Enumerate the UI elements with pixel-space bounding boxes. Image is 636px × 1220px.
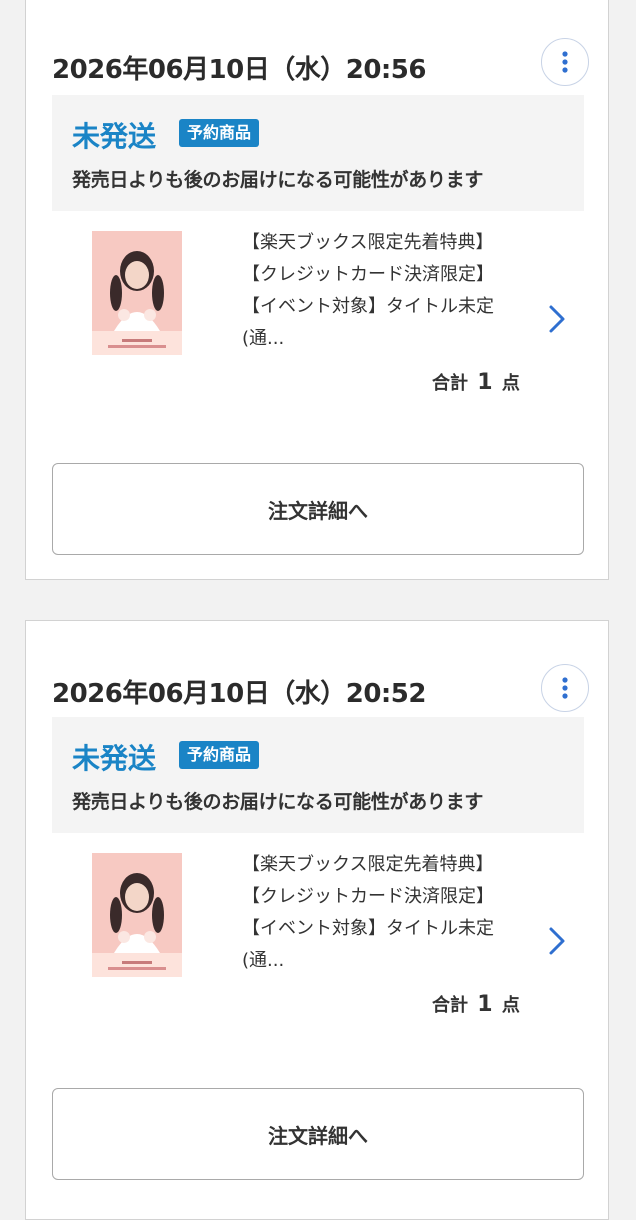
preorder-badge: 予約商品 (179, 119, 260, 147)
product-title-line: 【楽天ブックス限定先着特典】 (242, 854, 494, 875)
total-count: 1 (477, 992, 493, 1017)
order-detail-button[interactable]: 注文詳細へ (52, 463, 584, 555)
total-count: 1 (477, 370, 493, 395)
more-vertical-icon (562, 677, 568, 699)
chevron-right-icon (549, 927, 565, 955)
chevron-right-icon (549, 305, 565, 333)
order-detail-button[interactable]: 注文詳細へ (52, 1088, 584, 1180)
product-title: 【楽天ブックス限定先着特典】 【クレジットカード決済限定】 【イベント対象】タイ… (242, 849, 562, 977)
product-title-line: 【クレジットカード決済限定】 (242, 886, 494, 907)
product-title-line: (通... (242, 328, 285, 349)
product-title-line: 【イベント対象】タイトル未定 (242, 296, 494, 317)
total-unit: 点 (501, 373, 520, 394)
total-label: 合計 (432, 995, 468, 1016)
more-vertical-icon (562, 51, 568, 73)
order-card: 2026年06月10日（水）20:56 未発送 予約商品 発売日よりも後のお届け… (25, 0, 609, 580)
total-unit: 点 (501, 995, 520, 1016)
product-thumbnail (92, 231, 182, 355)
product-title-line: 【イベント対象】タイトル未定 (242, 918, 494, 939)
order-date: 2026年06月10日（水）20:56 (52, 55, 427, 85)
order-menu-button[interactable] (541, 38, 589, 86)
order-date: 2026年06月10日（水）20:52 (52, 679, 427, 709)
product-thumbnail (92, 853, 182, 977)
shipping-status: 未発送 (72, 742, 157, 775)
product-title-line: 【クレジットカード決済限定】 (242, 264, 494, 285)
shipping-status: 未発送 (72, 120, 157, 153)
total-label: 合計 (432, 373, 468, 394)
product-title: 【楽天ブックス限定先着特典】 【クレジットカード決済限定】 【イベント対象】タイ… (242, 227, 562, 355)
product-row[interactable]: 【楽天ブックス限定先着特典】 【クレジットカード決済限定】 【イベント対象】タイ… (52, 227, 584, 427)
item-total: 合計 1 点 (432, 991, 520, 1017)
order-card: 2026年06月10日（水）20:52 未発送 予約商品 発売日よりも後のお届け… (25, 620, 609, 1220)
product-title-line: 【楽天ブックス限定先着特典】 (242, 232, 494, 253)
order-menu-button[interactable] (541, 664, 589, 712)
item-total: 合計 1 点 (432, 369, 520, 395)
delivery-note: 発売日よりも後のお届けになる可能性があります (72, 169, 484, 191)
product-title-line: (通... (242, 950, 285, 971)
shipping-status-box: 未発送 予約商品 発売日よりも後のお届けになる可能性があります (52, 717, 584, 833)
shipping-status-box: 未発送 予約商品 発売日よりも後のお届けになる可能性があります (52, 95, 584, 211)
delivery-note: 発売日よりも後のお届けになる可能性があります (72, 791, 484, 813)
product-row[interactable]: 【楽天ブックス限定先着特典】 【クレジットカード決済限定】 【イベント対象】タイ… (52, 849, 584, 1049)
preorder-badge: 予約商品 (179, 741, 260, 769)
